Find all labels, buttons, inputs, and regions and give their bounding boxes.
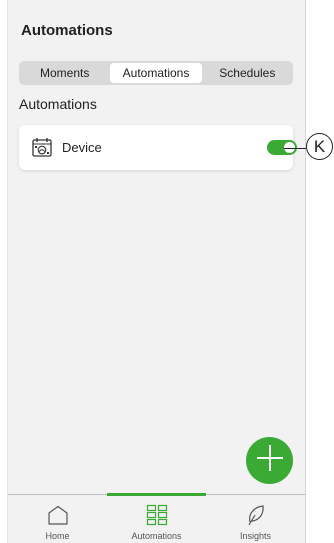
tab-moments[interactable]: Moments	[19, 61, 110, 85]
plus-icon	[255, 443, 285, 478]
automation-card[interactable]: Device	[19, 125, 297, 170]
device-schedule-icon	[31, 136, 53, 163]
app-header: Automations	[8, 0, 305, 52]
tab-automations[interactable]: Automations	[110, 63, 202, 83]
callout-leader-line	[284, 148, 306, 150]
leaf-icon	[246, 504, 266, 526]
bottom-tab-automations-label: Automations	[131, 531, 182, 541]
segmented-control: Moments Automations Schedules	[19, 61, 293, 85]
bottom-tab-home[interactable]: Home	[8, 495, 107, 543]
bottom-tab-insights-label: Insights	[239, 531, 272, 541]
add-automation-button[interactable]	[246, 437, 293, 484]
bottom-tab-home-label: Home	[45, 531, 70, 541]
bottom-tab-bar: Home Automations Insights	[8, 493, 305, 543]
automation-label: Device	[62, 140, 102, 155]
callout-marker: K	[306, 133, 333, 160]
phone-screen: Automations Moments Automations Schedule…	[8, 0, 305, 543]
section-title: Automations	[19, 96, 97, 112]
home-icon	[47, 504, 69, 526]
bottom-tab-automations[interactable]: Automations	[107, 493, 206, 543]
bottom-tab-insights[interactable]: Insights	[206, 495, 305, 543]
grid-icon	[146, 504, 168, 526]
page-title: Automations	[21, 22, 113, 39]
tab-schedules[interactable]: Schedules	[202, 61, 293, 85]
